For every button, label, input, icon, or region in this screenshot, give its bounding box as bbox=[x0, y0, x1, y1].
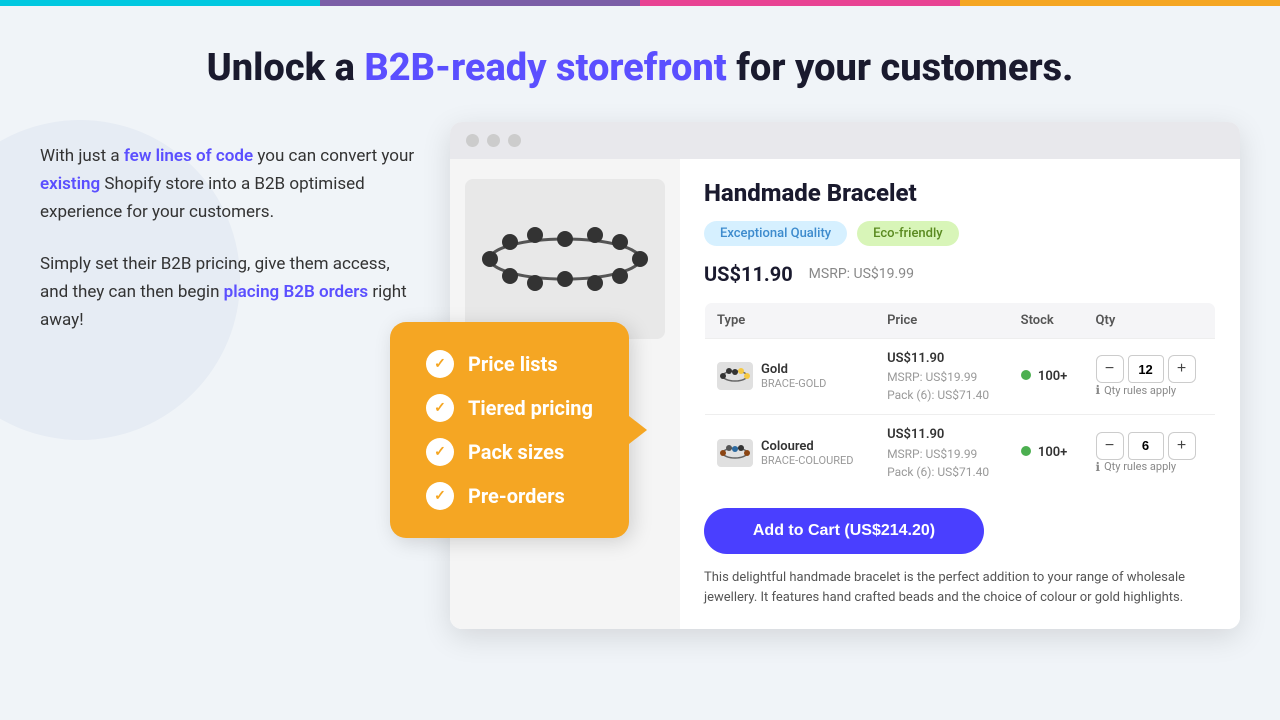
paragraph-2: Simply set their B2B pricing, give them … bbox=[40, 250, 420, 334]
hero-title-highlight: B2B-ready storefront bbox=[364, 46, 726, 90]
qty-input-0[interactable] bbox=[1128, 355, 1164, 383]
stock-cell-1: 100+ bbox=[1009, 415, 1084, 492]
row0-pack: Pack (6): US$71.40 bbox=[887, 386, 997, 404]
qty-control-1: − + bbox=[1096, 432, 1203, 460]
feature-label-1: Tiered pricing bbox=[468, 396, 593, 420]
table-row: Coloured BRACE-COLOURED US$11.90 MSRP: U… bbox=[705, 415, 1216, 492]
feature-item-0: ✓ Price lists bbox=[426, 350, 593, 378]
browser-dot-1 bbox=[466, 134, 479, 147]
type-sku-1: BRACE-COLOURED bbox=[761, 454, 853, 467]
type-image-1 bbox=[717, 439, 753, 467]
product-main-image bbox=[465, 179, 665, 339]
row0-price: US$11.90 bbox=[887, 349, 997, 369]
stock-value-0: 100+ bbox=[1038, 369, 1067, 384]
check-icon-1: ✓ bbox=[426, 394, 454, 422]
hero-title-suffix: for your customers. bbox=[727, 46, 1074, 90]
p2-link[interactable]: placing B2B orders bbox=[224, 282, 368, 302]
check-icon-0: ✓ bbox=[426, 350, 454, 378]
product-details: Handmade Bracelet Exceptional Quality Ec… bbox=[680, 159, 1240, 630]
feature-item-2: ✓ Pack sizes bbox=[426, 438, 593, 466]
product-price-msrp: MSRP: US$19.99 bbox=[809, 266, 914, 282]
hero-title: Unlock a B2B-ready storefront for your c… bbox=[0, 6, 1280, 122]
price-cell-0: US$11.90 MSRP: US$19.99 Pack (6): US$71.… bbox=[875, 338, 1009, 415]
qty-rules-label-1: Qty rules apply bbox=[1104, 460, 1176, 473]
browser-dot-3 bbox=[508, 134, 521, 147]
p1-link1[interactable]: few lines of code bbox=[124, 146, 253, 166]
feature-label-0: Price lists bbox=[468, 352, 558, 376]
stock-dot-1 bbox=[1021, 446, 1031, 456]
browser-bar bbox=[450, 122, 1240, 159]
type-name-0: Gold bbox=[761, 362, 826, 377]
col-header-price: Price bbox=[875, 302, 1009, 338]
qty-decrement-1[interactable]: − bbox=[1096, 432, 1124, 460]
p1-middle: you can convert your bbox=[253, 146, 414, 166]
add-to-cart-button[interactable]: Add to Cart (US$214.20) bbox=[704, 508, 984, 554]
left-panel: With just a few lines of code you can co… bbox=[40, 122, 420, 358]
p1-prefix: With just a bbox=[40, 146, 124, 166]
product-title: Handmade Bracelet bbox=[704, 179, 1216, 207]
qty-control-0: − + bbox=[1096, 355, 1203, 383]
type-sku-0: BRACE-GOLD bbox=[761, 377, 826, 390]
price-row: US$11.90 MSRP: US$19.99 bbox=[704, 262, 1216, 286]
col-header-stock: Stock bbox=[1009, 302, 1084, 338]
qty-cell-1: − + ℹ Qty rules apply bbox=[1084, 415, 1216, 492]
qty-cell-0: − + ℹ Qty rules apply bbox=[1084, 338, 1216, 415]
qty-rules-0: ℹ Qty rules apply bbox=[1096, 383, 1203, 397]
feature-label-3: Pre-orders bbox=[468, 484, 565, 508]
row1-pack: Pack (6): US$71.40 bbox=[887, 463, 997, 481]
bracelet-svg-main bbox=[475, 219, 655, 299]
feature-box-arrow bbox=[629, 416, 647, 444]
tag-eco-friendly: Eco-friendly bbox=[857, 221, 959, 246]
check-icon-3: ✓ bbox=[426, 482, 454, 510]
browser-dot-2 bbox=[487, 134, 500, 147]
price-detail-1: US$11.90 MSRP: US$19.99 Pack (6): US$71.… bbox=[887, 425, 997, 481]
qty-decrement-0[interactable]: − bbox=[1096, 355, 1124, 383]
paragraph-1: With just a few lines of code you can co… bbox=[40, 142, 420, 226]
type-info-0: Gold BRACE-GOLD bbox=[761, 362, 826, 390]
type-name-1: Coloured bbox=[761, 439, 853, 454]
qty-input-1[interactable] bbox=[1128, 432, 1164, 460]
type-cell-0: Gold BRACE-GOLD bbox=[705, 338, 876, 415]
type-info-1: Coloured BRACE-COLOURED bbox=[761, 439, 853, 467]
product-description: This delightful handmade bracelet is the… bbox=[704, 568, 1216, 610]
qty-increment-0[interactable]: + bbox=[1168, 355, 1196, 383]
table-row: Gold BRACE-GOLD US$11.90 MSRP: US$19.99 bbox=[705, 338, 1216, 415]
qty-rules-label-0: Qty rules apply bbox=[1104, 384, 1176, 397]
tags-row: Exceptional Quality Eco-friendly bbox=[704, 221, 1216, 246]
main-container: Unlock a B2B-ready storefront for your c… bbox=[0, 0, 1280, 720]
qty-increment-1[interactable]: + bbox=[1168, 432, 1196, 460]
col-header-qty: Qty bbox=[1084, 302, 1216, 338]
stock-value-1: 100+ bbox=[1038, 445, 1067, 460]
price-cell-1: US$11.90 MSRP: US$19.99 Pack (6): US$71.… bbox=[875, 415, 1009, 492]
type-image-0 bbox=[717, 362, 753, 390]
check-icon-2: ✓ bbox=[426, 438, 454, 466]
row1-price: US$11.90 bbox=[887, 425, 997, 445]
type-cell-1: Coloured BRACE-COLOURED bbox=[705, 415, 876, 492]
qty-rules-1: ℹ Qty rules apply bbox=[1096, 460, 1203, 474]
feature-item-3: ✓ Pre-orders bbox=[426, 482, 593, 510]
hero-title-prefix: Unlock a bbox=[207, 46, 365, 90]
product-price-main: US$11.90 bbox=[704, 262, 793, 286]
feature-box: ✓ Price lists ✓ Tiered pricing ✓ Pack si… bbox=[390, 322, 629, 538]
top-color-bar bbox=[0, 0, 1280, 6]
content-layout: With just a few lines of code you can co… bbox=[0, 122, 1280, 630]
col-header-type: Type bbox=[705, 302, 876, 338]
feature-label-2: Pack sizes bbox=[468, 440, 564, 464]
row0-msrp: MSRP: US$19.99 bbox=[887, 368, 997, 386]
tag-exceptional-quality: Exceptional Quality bbox=[704, 221, 847, 246]
feature-item-1: ✓ Tiered pricing bbox=[426, 394, 593, 422]
row1-msrp: MSRP: US$19.99 bbox=[887, 445, 997, 463]
price-detail-0: US$11.90 MSRP: US$19.99 Pack (6): US$71.… bbox=[887, 349, 997, 405]
stock-dot-0 bbox=[1021, 370, 1031, 380]
stock-cell-0: 100+ bbox=[1009, 338, 1084, 415]
product-table: Type Price Stock Qty bbox=[704, 302, 1216, 492]
p1-link2[interactable]: existing bbox=[40, 174, 100, 194]
